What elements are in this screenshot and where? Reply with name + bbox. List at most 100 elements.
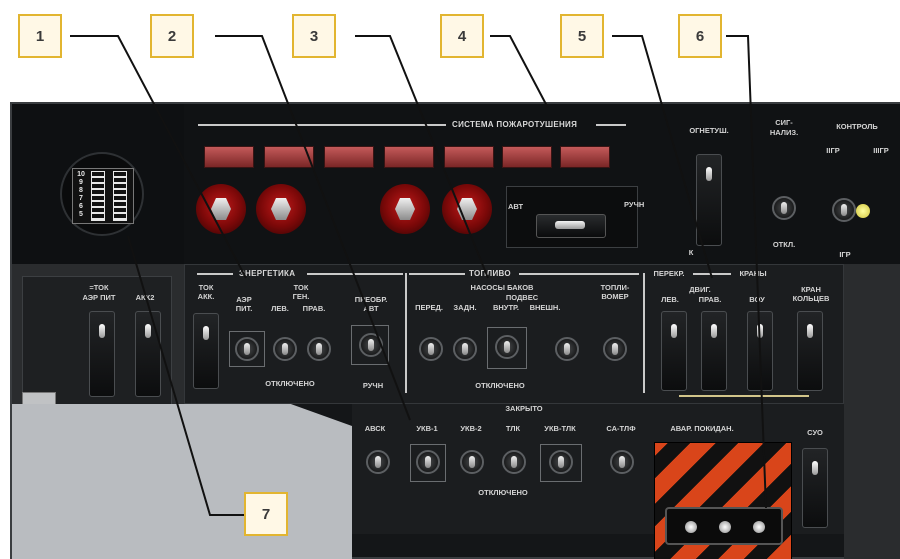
gauge-tick: 6 [79, 203, 83, 210]
emergency-exit-cover[interactable] [654, 442, 792, 559]
tok-akk-label-2: АКК. [197, 292, 215, 301]
pump-inner-label: ВНУТР. [492, 303, 520, 312]
vou-valve-switch[interactable] [747, 311, 773, 391]
alarm-toggle-switch[interactable] [772, 196, 796, 220]
control-toggle-switch[interactable] [832, 198, 856, 222]
radio-sa-tlf-toggle[interactable] [610, 450, 634, 474]
section-rule [519, 273, 639, 275]
radio-tlk-label: ТЛК [505, 424, 521, 433]
aer-pit-label: АЭР ПИТ [82, 293, 116, 302]
aer-pit-label-1: АЭР [236, 295, 252, 304]
control-gr1-label: IГР [839, 250, 851, 259]
aer-pit-guarded-switch[interactable] [89, 311, 115, 397]
mode-selector-switch[interactable] [536, 214, 606, 238]
right-panel-edge [844, 264, 900, 559]
fire-extinguish-button[interactable] [256, 184, 306, 234]
vou-label: ВОУ [749, 295, 765, 304]
akk2-guarded-switch[interactable] [135, 311, 161, 397]
warning-lamp [324, 146, 374, 168]
leader-4 [490, 35, 549, 109]
aer-pit-toggle[interactable] [235, 337, 259, 361]
gauge-scale: 10 9 8 7 6 5 [77, 171, 85, 219]
gen-left-toggle[interactable] [273, 337, 297, 361]
pump-rear-toggle[interactable] [453, 337, 477, 361]
gauge-tick: 5 [79, 211, 83, 218]
cockpit-panel-figure: 1 2 3 4 5 6 7 10 9 8 7 6 5 СИСТЕМА ПОЖАР… [0, 0, 900, 559]
tok-akk-label-1: ТОК [198, 283, 214, 292]
radio-off-label: ОТКЛЮЧЕНО [478, 488, 528, 497]
callout-1: 1 [18, 14, 62, 58]
energetics-manual-label: РУЧН [362, 381, 384, 390]
fuel-gauge-toggle[interactable] [603, 337, 627, 361]
fire-extinguish-button[interactable] [196, 184, 246, 234]
mode-manual-label: РУЧН [624, 200, 644, 210]
button-nut [457, 198, 477, 220]
fire-extinguish-button[interactable] [442, 184, 492, 234]
tok-gen-label-1: ТОК [293, 283, 309, 292]
preobr-label-1: ПРЕОБР. [354, 295, 388, 304]
radio-ukv1-label: УКВ-1 [416, 424, 438, 433]
fire-extinguish-button[interactable] [380, 184, 430, 234]
pump-front-toggle[interactable] [419, 337, 443, 361]
section-divider [405, 273, 407, 393]
suo-label: СУО [807, 428, 823, 437]
callout-7: 7 [244, 492, 288, 536]
control-gr2-label: IIГР [826, 146, 840, 155]
radio-tlk-toggle[interactable] [502, 450, 526, 474]
emergency-exit-label: АВАР. ПОКИДАН. [670, 424, 734, 433]
callout-3: 3 [292, 14, 336, 58]
ring-valve-label-2: КОЛЬЦЕВ [792, 294, 830, 303]
valves-title-1: ПЕРЕКР. [653, 269, 685, 278]
emergency-exit-handle[interactable] [665, 507, 783, 545]
button-nut [395, 198, 415, 220]
aer-pit-label-2: ПИТ. [235, 304, 253, 313]
warning-lamp [444, 146, 494, 168]
fire-extinguishing-panel: СИСТЕМА ПОЖАРОТУШЕНИЯ АВТ РУЧН ОГНЕТУШ. … [184, 104, 900, 264]
alarm-label-line1: СИГ- [775, 118, 793, 127]
main-switch-panel: ЭНЕРГЕТИКА ТОК АКК. ТОК ГЕН. АЭР ПИТ. ЛЕ… [184, 264, 844, 404]
section-rule [307, 273, 403, 275]
gen-right-toggle[interactable] [307, 337, 331, 361]
radio-avsk-toggle[interactable] [366, 450, 390, 474]
tok-gen-label-2: ГЕН. [292, 292, 310, 301]
engine-right-label: ПРАВ. [698, 295, 722, 304]
radio-ukv2-toggle[interactable] [460, 450, 484, 474]
alarm-label-line2: НАЛИЗ. [769, 128, 799, 137]
engine-label: ДВИГ. [689, 285, 711, 294]
suo-guarded-switch[interactable] [802, 448, 828, 528]
pump-rear-label: ЗАДН. [453, 303, 477, 312]
akk2-label: АКК2 [135, 293, 155, 302]
warning-lamp [204, 146, 254, 168]
radio-ukv1-toggle[interactable] [416, 450, 440, 474]
preobr-toggle[interactable] [359, 333, 383, 357]
button-nut [271, 198, 291, 220]
section-rule [693, 273, 731, 275]
ring-valve-switch[interactable] [797, 311, 823, 391]
engine-left-label: ЛЕВ. [661, 295, 679, 304]
callout-5: 5 [560, 14, 604, 58]
handle-bolt [685, 521, 697, 533]
radio-ukv-tlk-toggle[interactable] [549, 450, 573, 474]
pump-inner-toggle[interactable] [495, 335, 519, 359]
button-nut [211, 198, 231, 220]
engine-left-valve-switch[interactable] [661, 311, 687, 391]
title-rule [596, 124, 626, 126]
warning-lamp [264, 146, 314, 168]
radio-ukv2-label: УКВ-2 [460, 424, 482, 433]
extinguisher-guarded-switch[interactable] [696, 154, 722, 246]
radio-sa-tlf-label: СА-ТЛФ [606, 424, 636, 433]
extinguisher-label: ОГНЕТУШ. [689, 126, 729, 135]
gen-left-label: ЛЕВ. [271, 304, 289, 313]
tok-akk-guarded-switch[interactable] [193, 313, 219, 389]
handle-bolt [753, 521, 765, 533]
pump-outer-toggle[interactable] [555, 337, 579, 361]
gauge-column-left [91, 171, 105, 221]
callout-2: 2 [150, 14, 194, 58]
dc-current-label: =ТОК [89, 283, 109, 292]
alarm-off-label: ОТКЛ. [772, 240, 796, 249]
pumps-title: НАСОСЫ БАКОВ [470, 283, 534, 292]
callout-4: 4 [440, 14, 484, 58]
gauge-column-right [113, 171, 127, 221]
instrument-panel: 10 9 8 7 6 5 СИСТЕМА ПОЖАРОТУШЕНИЯ АВТ О… [10, 102, 900, 559]
engine-right-valve-switch[interactable] [701, 311, 727, 391]
